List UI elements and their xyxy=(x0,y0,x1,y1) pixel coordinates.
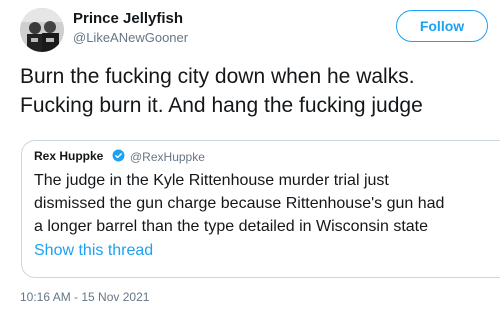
tweet-text-line: Fucking burn it. And hang the fucking ju… xyxy=(20,94,423,117)
tweet-text-line: Burn the fucking city down when he walks… xyxy=(20,65,415,88)
quoted-tweet-text: The judge in the Kyle Rittenhouse murder… xyxy=(34,169,500,238)
quoted-text-line: dismissed the gun charge because Rittenh… xyxy=(34,195,445,212)
show-thread-link[interactable]: Show this thread xyxy=(34,242,153,260)
tweet-timestamp[interactable]: 10:16 AM - 15 Nov 2021 xyxy=(20,290,149,304)
author-display-name[interactable]: Prince Jellyfish xyxy=(73,10,183,27)
tweet-card: Prince Jellyfish @LikeANewGooner Follow … xyxy=(0,0,500,312)
follow-button[interactable]: Follow xyxy=(396,10,488,42)
quoted-author-name[interactable]: Rex Huppke xyxy=(34,149,103,163)
verified-badge-icon xyxy=(112,149,125,162)
quoted-tweet[interactable]: Rex Huppke @RexHuppke The judge in the K… xyxy=(21,140,500,278)
quoted-author-handle[interactable]: @RexHuppke xyxy=(130,150,205,164)
author-handle[interactable]: @LikeANewGooner xyxy=(73,30,188,45)
avatar-photo-icon xyxy=(20,8,64,52)
quoted-text-line: The judge in the Kyle Rittenhouse murder… xyxy=(34,172,389,189)
tweet-text: Burn the fucking city down when he walks… xyxy=(20,62,500,120)
author-avatar[interactable] xyxy=(20,8,64,52)
quoted-text-line: a longer barrel than the type detailed i… xyxy=(34,218,429,235)
